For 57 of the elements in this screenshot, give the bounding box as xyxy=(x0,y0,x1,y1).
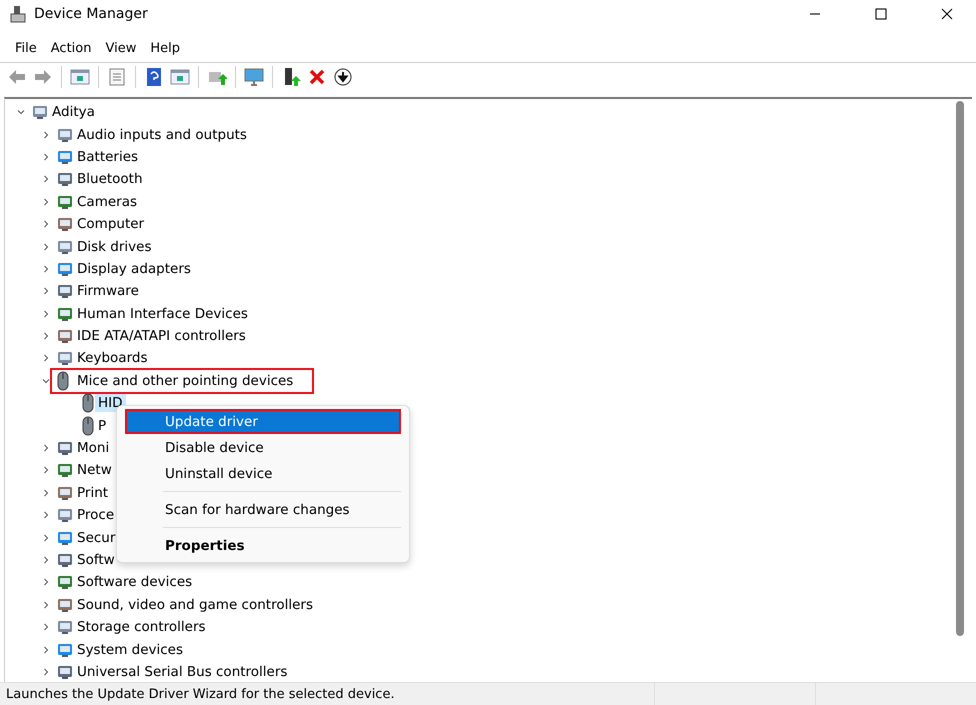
tree-item[interactable]: Universal Serial Bus controllers xyxy=(74,662,290,681)
device-icon xyxy=(31,103,49,122)
tree-item[interactable]: Mice and other pointing devices xyxy=(74,372,296,390)
device-icon xyxy=(56,282,74,300)
tree-item[interactable]: Batteries xyxy=(74,148,142,166)
tree-item[interactable]: Print xyxy=(74,484,112,502)
tree-item[interactable]: Storage controllers xyxy=(74,618,209,636)
tree-item[interactable]: Display adapters xyxy=(74,260,194,278)
mouse-icon xyxy=(56,370,70,391)
tree-item[interactable]: Human Interface Devices xyxy=(74,304,251,323)
device-icon xyxy=(56,439,74,458)
tree-item[interactable]: Netw xyxy=(74,461,115,480)
tree-item[interactable]: Disk drives xyxy=(74,238,154,256)
tree-item[interactable]: Secur xyxy=(74,528,118,547)
window-title: Device Manager xyxy=(34,6,149,22)
tree-item[interactable]: Moni xyxy=(74,439,112,458)
app-icon xyxy=(10,5,26,23)
monitor-button[interactable] xyxy=(243,66,265,88)
tree-item[interactable]: Bluetooth xyxy=(74,170,146,188)
tree-item[interactable]: HID xyxy=(95,394,126,412)
tree-item[interactable]: P xyxy=(95,416,110,435)
device-icon xyxy=(56,551,74,569)
tree-item[interactable]: Firmware xyxy=(74,282,142,300)
mouse-icon xyxy=(81,393,95,414)
tree-item[interactable]: Softw xyxy=(74,551,118,569)
menu-item[interactable]: File xyxy=(8,38,44,58)
tree-item[interactable]: System devices xyxy=(74,640,186,659)
device-icon xyxy=(56,170,74,188)
menu-item[interactable]: View xyxy=(98,38,144,58)
menu-item[interactable]: Help xyxy=(143,38,187,58)
device-icon xyxy=(56,215,74,234)
device-icon xyxy=(56,349,74,368)
tree-item[interactable]: Computer xyxy=(74,215,148,234)
device-icon xyxy=(56,506,74,524)
tree-item[interactable]: Cameras xyxy=(74,192,140,211)
device-icon xyxy=(56,461,74,480)
tree-item[interactable]: Keyboards xyxy=(74,349,150,368)
disable-button[interactable] xyxy=(332,66,354,88)
tree-item[interactable]: IDE ATA/ATAPI controllers xyxy=(74,327,249,346)
device-icon xyxy=(56,327,74,346)
maximize-icon xyxy=(875,8,887,20)
device-icon xyxy=(56,573,74,592)
tree-item[interactable]: Software devices xyxy=(74,573,196,592)
status-text: Launches the Update Driver Wizard for the selected device. xyxy=(5,686,396,702)
tree-item[interactable]: Proce xyxy=(74,506,118,524)
mouse-icon xyxy=(81,416,95,436)
context-menu-item[interactable]: Properties xyxy=(125,533,401,558)
device-icon xyxy=(56,618,74,636)
menu-item[interactable]: Action xyxy=(44,38,98,58)
close-icon xyxy=(941,8,953,20)
tree-item[interactable]: Aditya xyxy=(49,103,98,122)
context-menu-item[interactable]: Uninstall device xyxy=(125,461,401,486)
tree-item[interactable]: Audio inputs and outputs xyxy=(74,126,250,144)
context-menu-item[interactable]: Update driver xyxy=(125,409,401,434)
tree-item[interactable]: Sound, video and game controllers xyxy=(74,596,316,614)
context-menu-item[interactable]: Disable device xyxy=(125,435,401,460)
context-menu-item[interactable]: Scan for hardware changes xyxy=(125,497,401,522)
